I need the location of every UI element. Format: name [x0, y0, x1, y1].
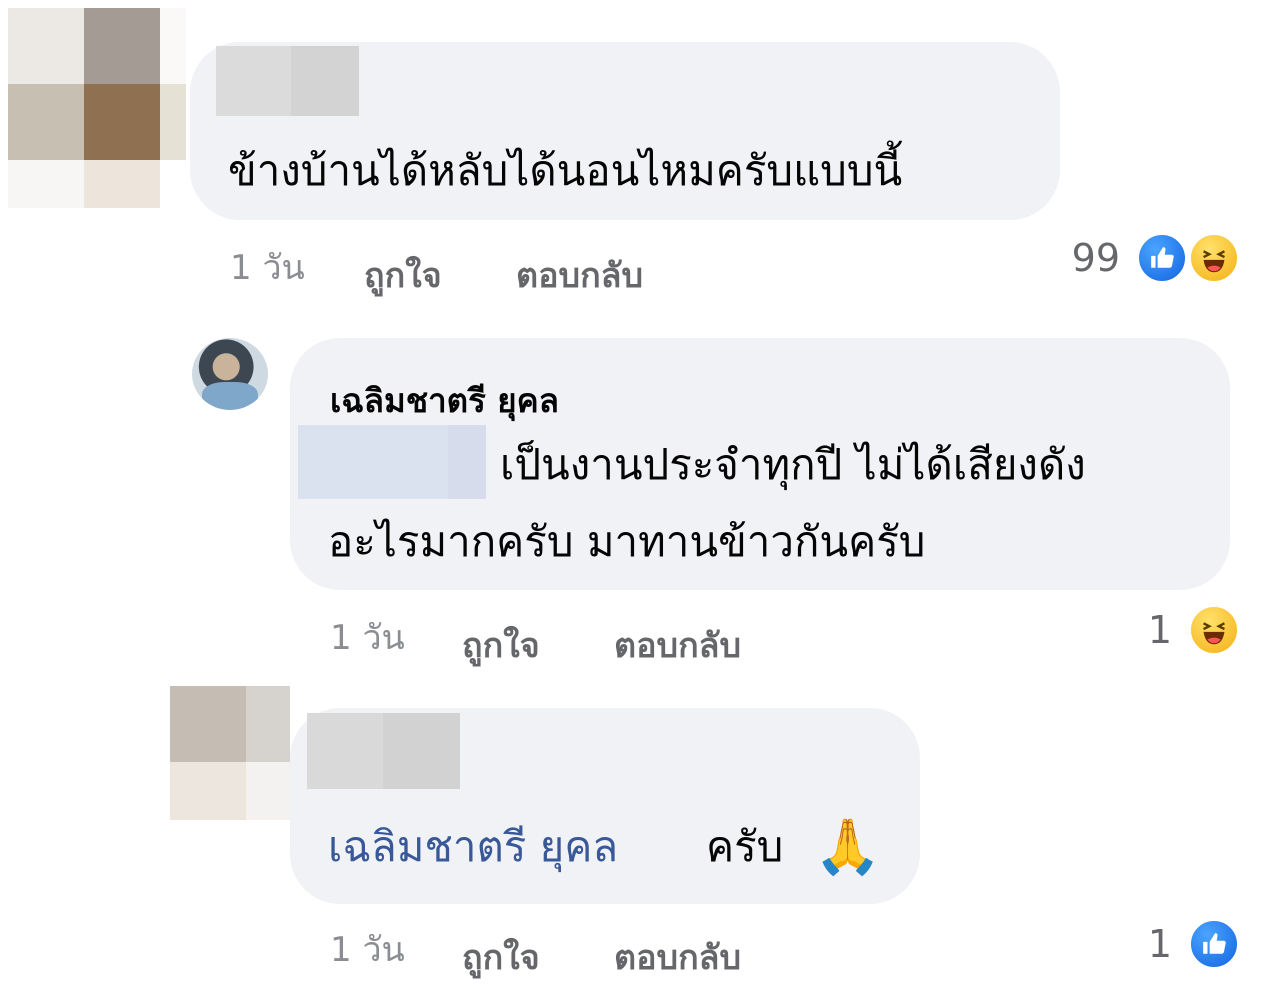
like-button[interactable]: ถูกใจ	[462, 930, 540, 984]
avatar-shirt	[202, 382, 258, 410]
mention-link[interactable]: เฉลิมชาตรี ยุคล	[328, 810, 618, 884]
like-icon	[1136, 232, 1188, 284]
like-icon	[1188, 918, 1240, 970]
haha-icon	[1188, 604, 1240, 656]
reaction-count[interactable]: 1	[1110, 922, 1172, 966]
comment-text: ครับ	[706, 822, 784, 871]
blurred-author-name[interactable]	[216, 46, 359, 116]
haha-icon	[1188, 232, 1240, 284]
comment-actions: 1 วัน ถูกใจ ตอบกลับ	[330, 922, 830, 978]
reply-button[interactable]: ตอบกลับ	[516, 248, 643, 302]
comment-text: ข้างบ้านได้หลับได้นอนไหมครับแบบนี้	[228, 146, 903, 195]
blurred-mention[interactable]	[298, 425, 486, 499]
comment-text-line-2: อะไรมากครับ มาทานข้าวกันครับ	[328, 517, 926, 566]
reaction-count[interactable]: 1	[1110, 608, 1172, 652]
like-button[interactable]: ถูกใจ	[364, 248, 442, 302]
timestamp[interactable]: 1 วัน	[230, 240, 305, 294]
avatar[interactable]	[8, 8, 186, 208]
timestamp[interactable]: 1 วัน	[330, 922, 405, 976]
comment-actions: 1 วัน ถูกใจ ตอบกลับ	[230, 240, 730, 296]
reaction-count[interactable]: 99	[1050, 236, 1120, 280]
like-button[interactable]: ถูกใจ	[462, 618, 540, 672]
folded-hands-emoji: 🙏	[814, 815, 882, 878]
timestamp[interactable]: 1 วัน	[330, 610, 405, 664]
avatar[interactable]	[170, 686, 290, 820]
avatar[interactable]	[192, 338, 268, 410]
reply-button[interactable]: ตอบกลับ	[614, 618, 741, 672]
comment-author[interactable]: เฉลิมชาตรี ยุคล	[330, 374, 559, 427]
comment-actions: 1 วัน ถูกใจ ตอบกลับ	[330, 610, 830, 666]
reply-button[interactable]: ตอบกลับ	[614, 930, 741, 984]
comment-text-line-1: เป็นงานประจำทุกปี ไม่ได้เสียงดัง	[500, 440, 1086, 489]
blurred-author-name[interactable]	[307, 713, 460, 789]
